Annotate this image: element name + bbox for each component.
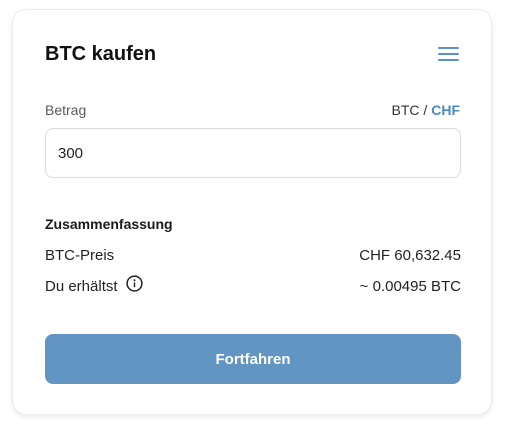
receive-row: Du erhältst ~ 0.00495 BTC xyxy=(45,275,461,298)
amount-input[interactable] xyxy=(45,128,461,178)
btc-price-label: BTC-Preis xyxy=(45,247,115,264)
info-icon[interactable] xyxy=(125,275,143,296)
buy-btc-card: BTC kaufen Betrag BTC / CHF Zusammenfass… xyxy=(12,9,492,415)
btc-price-row: BTC-Preis CHF 60,632.45 xyxy=(45,247,461,267)
unit-separator: / xyxy=(419,102,432,118)
summary-heading: Zusammenfassung xyxy=(45,216,173,232)
receive-label-group: Du erhältst xyxy=(45,275,143,296)
hamburger-menu-icon[interactable] xyxy=(438,44,460,64)
receive-value: ~ 0.00495 BTC xyxy=(359,278,461,295)
currency-toggle[interactable]: BTC / CHF xyxy=(392,102,460,118)
unit-btc-option[interactable]: BTC xyxy=(392,102,420,118)
amount-label: Betrag xyxy=(45,102,87,118)
btc-price-value: CHF 60,632.45 xyxy=(359,247,461,264)
unit-chf-option[interactable]: CHF xyxy=(431,102,460,118)
receive-label: Du erhältst xyxy=(45,278,118,295)
continue-button[interactable]: Fortfahren xyxy=(45,334,461,384)
page-title: BTC kaufen xyxy=(45,43,157,65)
